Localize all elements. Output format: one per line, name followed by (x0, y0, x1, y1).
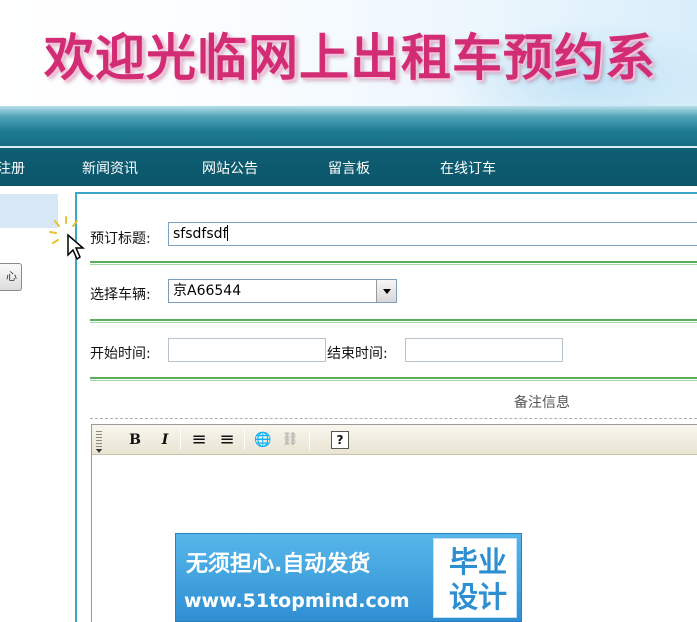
start-time-input[interactable] (168, 338, 326, 362)
nav-announcements[interactable]: 网站公告 (202, 158, 258, 178)
chevron-down-icon[interactable] (376, 280, 396, 302)
remark-divider (90, 418, 697, 419)
mouse-cursor-icon (49, 216, 86, 261)
start-time-label: 开始时间: (90, 346, 151, 362)
ad-badge: 毕业设计 (433, 538, 517, 618)
nav-register[interactable]: 注册 (0, 158, 25, 178)
ad-url: www.51topmind.com (184, 590, 410, 612)
title-input-value: sfsdfsdf (173, 226, 228, 242)
nav-online-booking[interactable]: 在线订车 (440, 158, 496, 178)
ad-badge-text: 毕业设计 (448, 545, 507, 614)
separator-3 (90, 377, 697, 381)
ordered-list-icon[interactable]: ≡ (188, 429, 210, 451)
watermark-ad: 无须担心.自动发货 www.51topmind.com 毕业设计 (175, 533, 522, 622)
vehicle-select[interactable]: 京A66544 (168, 279, 397, 303)
end-time-input[interactable] (405, 338, 563, 362)
banner-strip (0, 106, 697, 148)
vehicle-selected-value: 京A66544 (173, 283, 242, 299)
sidebar-button[interactable]: 心 (0, 263, 22, 291)
toolbar-grip[interactable] (96, 431, 102, 451)
editor-toolbar: B I ≡ ≡ 🌐 ⛓ ? (92, 425, 697, 455)
unlink-icon[interactable]: ⛓ (279, 429, 301, 451)
text-caret (227, 225, 229, 241)
title-label: 预订标题: (90, 231, 151, 247)
separator-1 (90, 261, 697, 265)
title-input[interactable]: sfsdfsdf (168, 222, 697, 246)
remark-label: 备注信息 (514, 395, 570, 411)
toolbar-separator (180, 430, 181, 450)
site-title: 欢迎光临网上出租车预约系 (44, 29, 656, 87)
help-icon[interactable]: ? (331, 431, 349, 449)
nav-news[interactable]: 新闻资讯 (82, 158, 138, 178)
toolbar-separator (309, 430, 310, 450)
toolbar-separator (244, 430, 245, 450)
main-nav: 注册 新闻资讯 网站公告 留言板 在线订车 (0, 148, 697, 186)
ad-slogan: 无须担心.自动发货 (186, 552, 371, 577)
bold-icon[interactable]: B (124, 429, 146, 451)
vehicle-label: 选择车辆: (90, 287, 151, 303)
nav-message-board[interactable]: 留言板 (328, 158, 370, 178)
italic-icon[interactable]: I (154, 429, 176, 451)
banner: 欢迎光临网上出租车预约系 (0, 0, 697, 106)
separator-2 (90, 319, 697, 323)
unordered-list-icon[interactable]: ≡ (216, 429, 238, 451)
end-time-label: 结束时间: (327, 346, 388, 362)
toolbar-dropdown-icon[interactable] (96, 449, 102, 453)
link-icon[interactable]: 🌐 (252, 429, 274, 451)
